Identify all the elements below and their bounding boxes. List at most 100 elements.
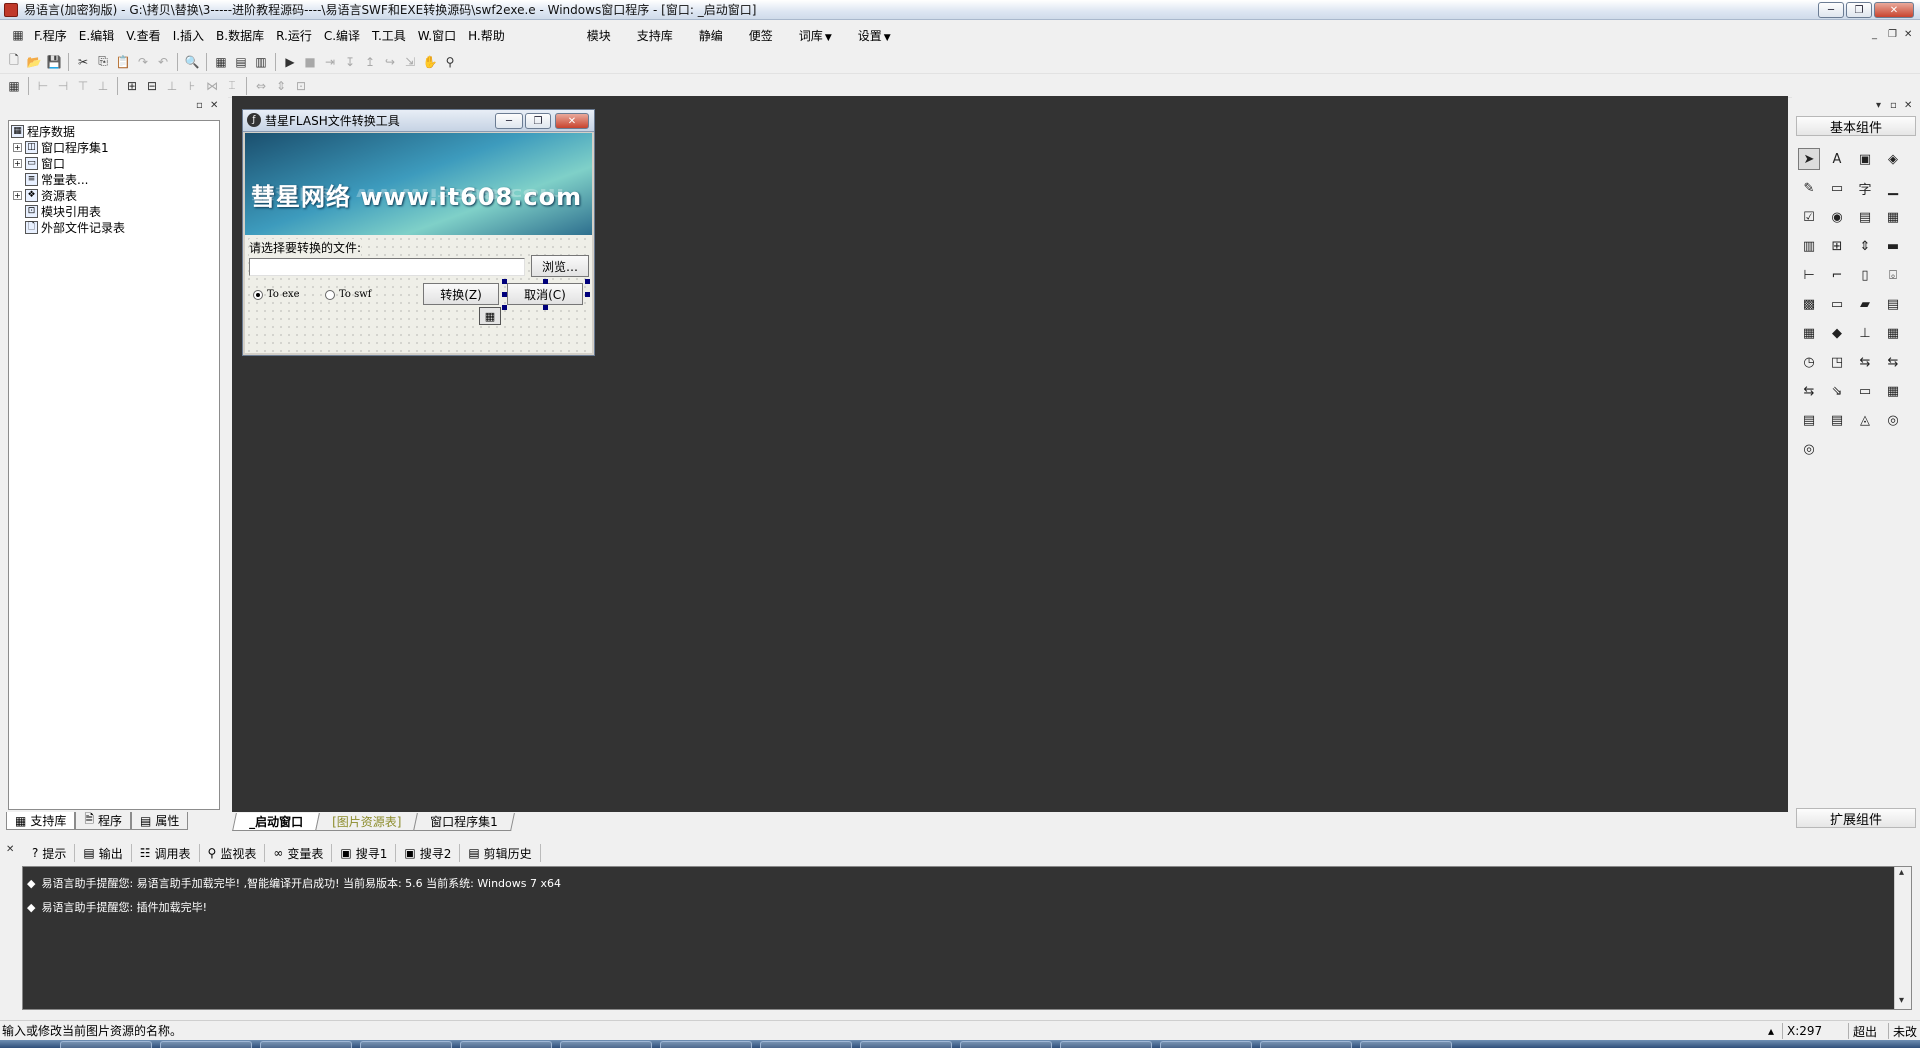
tree-node-constants[interactable]: ≡ 常量表... [9,171,219,187]
run-to-cursor-icon[interactable]: ⇲ [400,52,420,72]
space-horizontal-icon[interactable]: ⋈ [202,76,222,96]
minimize-button[interactable]: ─ [1818,2,1844,18]
mdi-restore-icon[interactable]: ❐ [1888,29,1897,40]
tree-node-external-files[interactable]: 🗋 外部文件记录表 [9,219,219,235]
pointer-tool-icon[interactable]: ➤ [1798,148,1820,170]
component-tool-icon[interactable]: ▤ [1826,409,1848,431]
layout-split-icon[interactable]: ▤ [231,52,251,72]
tree-node-module-refs[interactable]: ⊡ 模块引用表 [9,203,219,219]
taskbar-item[interactable] [160,1041,252,1048]
tab-hint[interactable]: ? 提示 [24,844,76,862]
scroll-up-icon[interactable]: ▴ [1764,1023,1774,1039]
panel-pin-icon[interactable]: ▫ [1890,100,1897,111]
menu-help[interactable]: H.帮助 [462,27,511,44]
same-height-icon[interactable]: ⇕ [271,76,291,96]
file-path-input[interactable] [249,258,525,276]
menu-view[interactable]: V.查看 [120,27,166,44]
menu-insert[interactable]: I.插入 [167,27,210,44]
taskbar-item[interactable] [60,1041,152,1048]
taskbar-item[interactable] [760,1041,852,1048]
binoculars-icon[interactable]: ⚲ [440,52,460,72]
designed-form-window[interactable]: ƒ 彗星FLASH文件转换工具 ─ ❐ ✕ 彗星网络 www.it608.com… [242,109,595,356]
menu-support-lib[interactable]: 支持库 [631,27,679,44]
timer-component-icon[interactable]: ▦ [479,307,501,325]
run-icon[interactable]: ▶ [280,52,300,72]
tree-node-window[interactable]: + ▭ 窗口 [9,155,219,171]
component-tool-icon[interactable]: ◆ [1826,322,1848,344]
tab-call-stack[interactable]: ☷ 调用表 [132,844,200,862]
component-tool-icon[interactable]: ▦ [1882,322,1904,344]
new-file-icon[interactable]: 🗋 [4,52,24,72]
taskbar-item[interactable] [860,1041,952,1048]
taskbar-item[interactable] [1160,1041,1252,1048]
tab-program[interactable]: 🗎 程序 [75,812,132,830]
align-bottom-icon[interactable]: ⊥ [93,76,113,96]
menu-compile[interactable]: C.编译 [318,27,366,44]
align-center-icon[interactable]: ⊥ [162,76,182,96]
tab-search2[interactable]: ▣ 搜寻2 [396,844,461,862]
component-tool-icon[interactable]: ⇆ [1882,351,1904,373]
expand-icon[interactable]: + [13,190,22,200]
panel-close-icon[interactable]: ✕ [1904,100,1912,111]
taskbar-item[interactable] [1260,1041,1352,1048]
form-minimize-button[interactable]: ─ [495,113,523,129]
component-tool-icon[interactable]: ◎ [1798,438,1820,460]
mdi-minimize-icon[interactable]: _ [1872,29,1877,40]
component-tool-icon[interactable]: ◷ [1798,351,1820,373]
tab-startup-window[interactable]: _启动窗口 [232,813,320,831]
panel-menu-icon[interactable]: ▾ [1876,100,1881,111]
tree-node-program-data[interactable]: ▦ 程序数据 [9,123,219,139]
component-tool-icon[interactable]: ⊢ [1798,264,1820,286]
tab-window-module[interactable]: 窗口程序集1 [413,813,515,831]
scroll-up-icon[interactable]: ▴ [1899,867,1904,878]
menu-tools[interactable]: T.工具 [366,27,412,44]
taskbar-item[interactable] [1060,1041,1152,1048]
menu-static-compile[interactable]: 静编 [693,27,729,44]
menu-notes[interactable]: 便签 [743,27,779,44]
selection-handle[interactable] [502,279,507,284]
tab-search1[interactable]: ▣ 搜寻1 [332,844,397,862]
mdi-close-icon[interactable]: ✕ [1904,29,1912,40]
maximize-button[interactable]: ❐ [1846,2,1872,18]
component-tool-icon[interactable]: ◎ [1882,409,1904,431]
center-vertical-icon[interactable]: ⊟ [142,76,162,96]
hand-icon[interactable]: ✋ [420,52,440,72]
component-tool-icon[interactable]: ▯ [1854,264,1876,286]
component-tool-icon[interactable]: ◈ [1882,148,1904,170]
component-tool-icon[interactable]: ▤ [1854,206,1876,228]
form-maximize-button[interactable]: ❐ [525,113,551,129]
selection-handle[interactable] [543,305,548,310]
menu-edit[interactable]: E.编辑 [73,27,120,44]
panel-close-icon[interactable]: ✕ [210,100,218,111]
component-tool-icon[interactable]: ▭ [1826,293,1848,315]
selection-handle[interactable] [502,292,507,297]
component-tool-icon[interactable]: ⇘ [1826,380,1848,402]
output-scrollbar[interactable]: ▴ ▾ [1894,867,1911,1009]
tab-clip-history[interactable]: ▤ 剪辑历史 [460,844,541,862]
component-tool-icon[interactable]: ▭ [1826,177,1848,199]
component-tool-icon[interactable]: ⌻ [1882,264,1904,286]
component-tool-icon[interactable]: A [1826,148,1848,170]
tree-node-window-module[interactable]: + ◫ 窗口程序集1 [9,139,219,155]
align-left-icon[interactable]: ⊢ [33,76,53,96]
panel-pin-icon[interactable]: ▫ [196,100,203,111]
tree-node-resources[interactable]: + ❖ 资源表 [9,187,219,203]
selection-handle[interactable] [543,279,548,284]
center-horizontal-icon[interactable]: ⊞ [122,76,142,96]
align-middle-icon[interactable]: ⊦ [182,76,202,96]
step-out-icon[interactable]: ↥ [360,52,380,72]
cut-icon[interactable]: ✂ [73,52,93,72]
form-title-bar[interactable]: ƒ 彗星FLASH文件转换工具 ─ ❐ ✕ [243,110,594,132]
same-size-icon[interactable]: ⊡ [291,76,311,96]
tab-output[interactable]: ▤ 输出 [75,844,132,862]
scroll-down-icon[interactable]: ▾ [1899,995,1904,1006]
copy-icon[interactable]: ⎘ [93,52,113,72]
tab-image-resources[interactable]: [图片资源表] [315,813,419,831]
form-close-button[interactable]: ✕ [555,113,589,129]
stop-icon[interactable]: ■ [300,52,320,72]
layout-window-icon[interactable]: ▦ [211,52,231,72]
component-tool-icon[interactable]: ▁ [1882,177,1904,199]
radio-to-exe[interactable]: To exe [253,289,300,300]
component-tool-icon[interactable]: ▤ [1798,409,1820,431]
component-tool-icon[interactable]: ▭ [1854,380,1876,402]
